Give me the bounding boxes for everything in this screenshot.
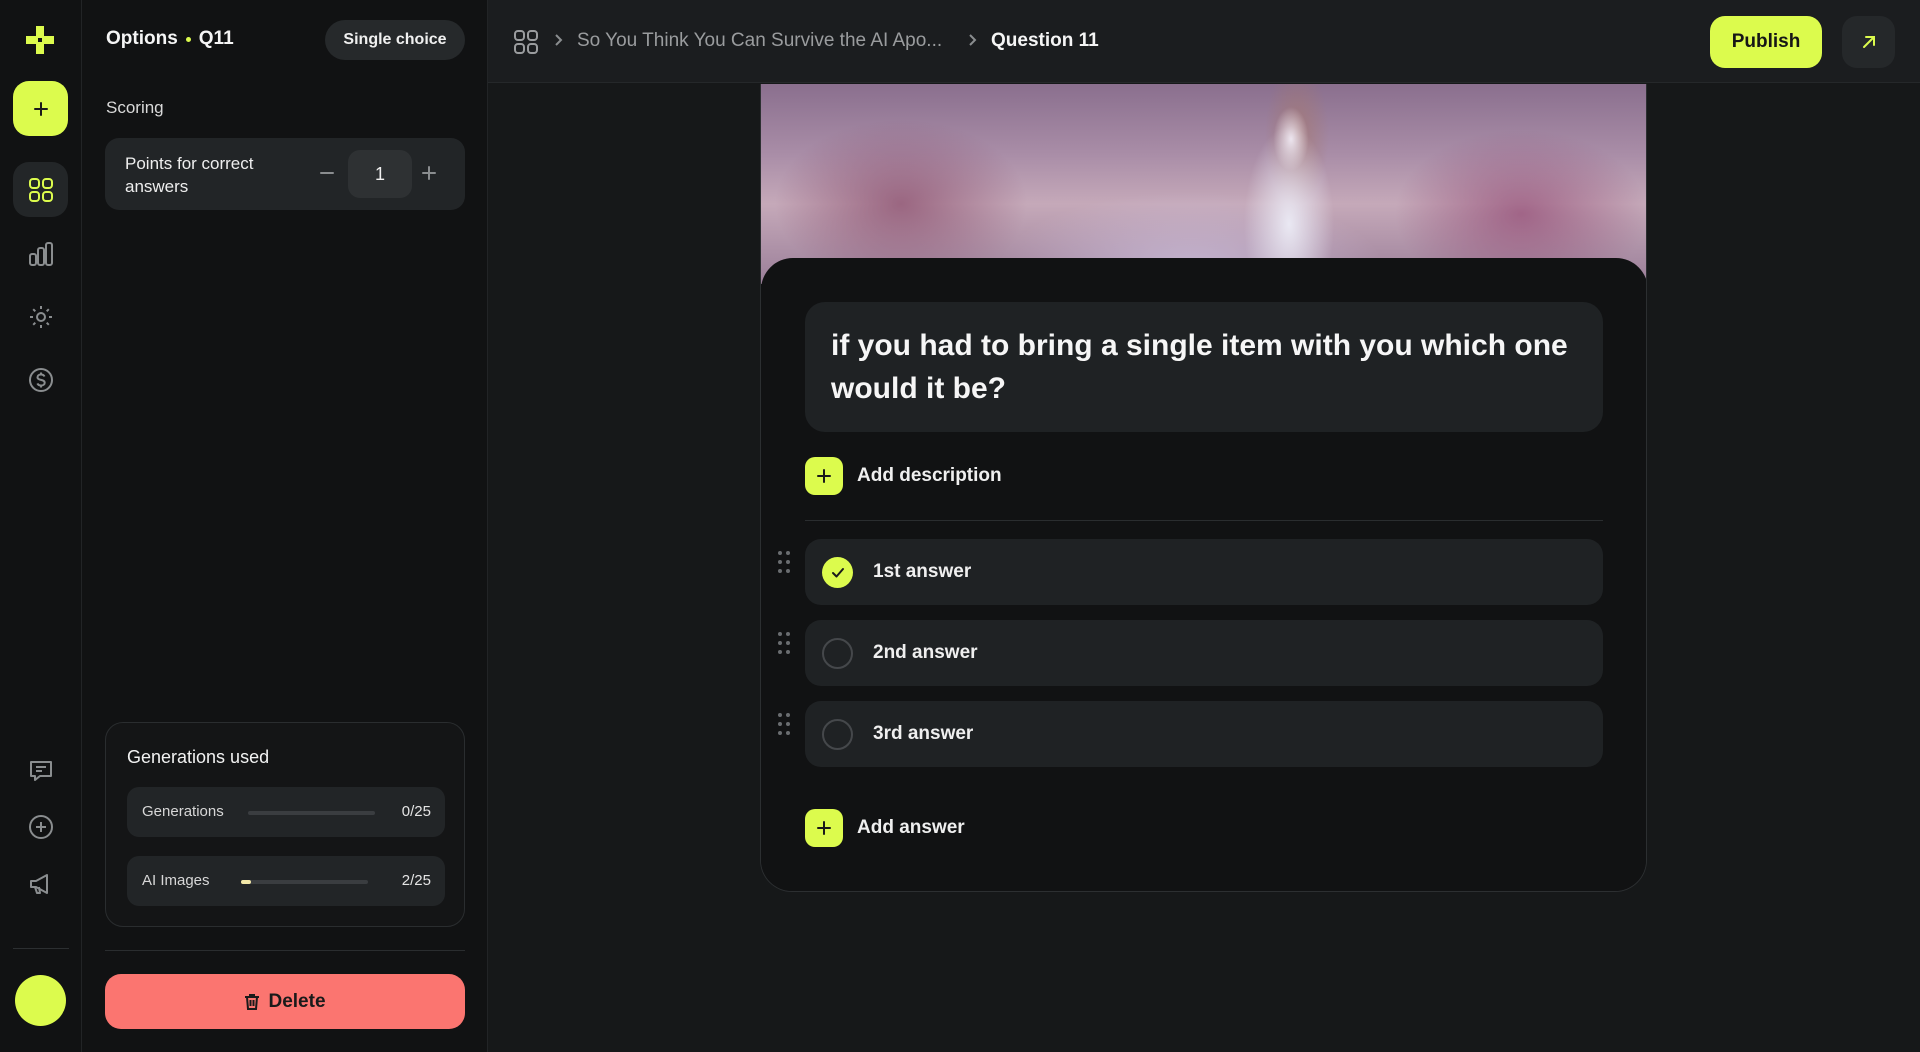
plus-icon [817,469,831,483]
ai-images-label: AI Images [142,872,210,889]
correct-radio[interactable] [822,719,853,750]
left-rail [0,0,82,1052]
generations-title: Generations used [127,747,270,767]
panel-title: Options Q11 [106,28,234,50]
plus-icon [817,821,831,835]
open-preview-button[interactable] [1842,16,1895,68]
generations-label: Generations [142,803,224,820]
nav-editor[interactable] [13,162,68,217]
ai-images-count: 2/25 [401,872,431,889]
correct-radio[interactable] [822,638,853,669]
nav-feedback[interactable] [13,743,68,798]
answer-option[interactable]: 3rd answer [805,701,1603,767]
ai-images-row: AI Images 2/25 [127,856,445,906]
panel-divider [105,950,465,951]
points-label: Points for correct answers [125,154,254,196]
minus-icon [320,172,334,174]
arrow-up-right-icon [1862,36,1875,48]
correct-radio[interactable] [822,557,853,588]
question-title-input[interactable]: if you had to bring a single item with y… [805,302,1603,432]
breadcrumb-question: Question 11 [991,30,1099,51]
ai-images-progress-fill [241,880,252,884]
rail-divider [13,948,69,949]
create-button[interactable] [13,81,68,136]
question-cover-image[interactable] [761,84,1646,284]
add-answer-button[interactable]: Add answer [805,809,965,847]
drag-handle-icon[interactable] [778,551,792,575]
title-separator-dot [185,36,191,42]
breadcrumb-quiz[interactable]: So You Think You Can Survive the AI Apo.… [577,30,942,52]
add-answer-label: Add answer [857,817,965,838]
grid-icon[interactable] [514,30,538,54]
add-square-icon [805,809,843,847]
app-logo-icon[interactable] [25,25,55,55]
nav-announcements[interactable] [13,856,68,911]
answer-option[interactable]: 2nd answer [805,620,1603,686]
drag-handle-icon[interactable] [778,713,792,737]
points-decrement-button[interactable] [312,158,342,188]
bar-chart-icon [28,241,53,266]
question-code: Q11 [198,28,234,49]
feedback-icon [29,760,52,781]
generations-card: Generations used Generations 0/25 AI Ima… [105,722,465,927]
avatar[interactable] [15,975,66,1026]
nav-analytics[interactable] [13,226,68,281]
nav-add[interactable] [13,799,68,854]
trash-icon [245,993,260,1010]
chevron-right-icon [969,34,977,46]
answer-option[interactable]: 1st answer [805,539,1603,605]
add-description-label: Add description [857,465,1002,486]
question-card-body: if you had to bring a single item with y… [761,258,1646,891]
scoring-heading: Scoring [106,98,164,117]
points-increment-button[interactable] [414,158,444,188]
top-bar: So You Think You Can Survive the AI Apo.… [488,0,1920,83]
answer-text[interactable]: 3rd answer [873,723,973,745]
plus-circle-icon [28,814,53,839]
ai-images-progress-track [241,880,368,884]
plus-icon [33,101,48,116]
check-icon [831,567,844,577]
dollar-icon [28,367,53,392]
card-divider [805,520,1603,521]
chevron-right-icon [555,34,563,46]
plus-icon [422,166,436,180]
generations-count: 0/25 [401,803,431,820]
gear-icon [29,305,52,328]
publish-button[interactable]: Publish [1710,16,1822,68]
answer-text[interactable]: 1st answer [873,561,971,583]
grid-icon [28,177,53,202]
generations-row: Generations 0/25 [127,787,445,837]
delete-button[interactable]: Delete [105,974,465,1029]
question-type-chip[interactable]: Single choice [325,20,465,60]
points-input[interactable]: 1 [348,150,412,198]
add-description-button[interactable]: Add description [805,457,1002,495]
panel-title-label: Options [106,28,178,49]
delete-label: Delete [268,990,326,1012]
drag-handle-icon[interactable] [778,632,792,656]
nav-billing[interactable] [13,352,68,407]
generations-progress-track [248,811,375,815]
points-setting: Points for correct answers 1 [105,138,465,210]
add-square-icon [805,457,843,495]
answer-text[interactable]: 2nd answer [873,642,978,664]
options-panel: Options Q11 Single choice Scoring Points… [82,0,488,1052]
nav-settings[interactable] [13,289,68,344]
megaphone-icon [29,873,48,894]
question-card: if you had to bring a single item with y… [760,84,1647,892]
